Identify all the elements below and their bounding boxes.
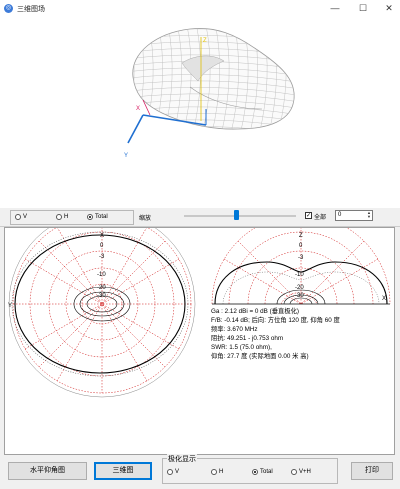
window-title: 三维图场 [17,6,45,13]
azimuth-plot: X Y 0 -3 -10 -20 -30 [8,210,196,398]
zoom-slider-thumb[interactable] [234,210,239,220]
info-impedance: 阻抗: 49.251 - j0.753 ohm [211,335,284,342]
pol-radio-v-dot[interactable] [167,469,173,475]
info-elevation: 仰角: 27.7 度 (实际地面 0.00 米 高) [211,353,309,360]
info-frequency: 频率: 3.670 MHz [211,326,258,333]
info-swr: SWR: 1.5 (75.0 ohm), [211,344,272,351]
spin-arrows-icon[interactable]: ▲ ▼ [366,211,372,220]
title-bar: ◎ 三维图场 — ☐ ✕ [0,0,400,17]
radio-h-dot[interactable] [56,214,62,220]
radio-total-label: Total [95,214,108,220]
pol-radio-v[interactable]: V [167,469,179,475]
left-tick-20: -20 [97,285,106,291]
polarization-group-legend: 极化显示 [167,454,197,464]
left-tick-10: -10 [97,272,106,278]
info-front-back: F/B: -0.14 dB; 后向: 方位角 120 度, 仰角 60 度 [211,317,340,324]
radio-h[interactable]: H [56,214,68,220]
info-gain: Ga : 2.12 dBi = 0 dB (垂直极化) [211,308,300,315]
radio-h-label: H [64,214,69,220]
axis-z-label: Z [203,38,207,44]
pol-radio-h-dot[interactable] [211,469,217,475]
radiation-mesh [132,28,295,130]
3d-view-button[interactable]: 三维图 [94,462,152,480]
right-tick-10: -10 [295,272,304,278]
radio-v-label: V [23,214,28,220]
zoom-slider-track[interactable] [184,215,296,217]
left-tick-0: 0 [100,243,104,249]
radio-v-dot[interactable] [15,214,21,220]
right-top-axis: Z [299,233,303,239]
left-side-axis: Y [8,303,12,309]
axis-y-label: Y [124,153,128,159]
pattern-3d-view[interactable]: Z X Y [0,17,400,208]
right-tick-3: -3 [298,255,304,261]
right-side-axis: X [382,296,386,302]
pol-radio-vh-dot[interactable] [291,469,297,475]
all-label: 全部 [314,215,327,221]
pattern-3d-canvas: Z X Y [124,28,295,159]
left-tick-3: -3 [99,254,105,260]
elevation-plot: Z X 0 -3 -10 -20 -30 [211,214,391,305]
pol-radio-vh[interactable]: V+H [291,469,311,475]
right-tick-0: 0 [299,243,303,249]
polarization-display-group: 极化显示 V H Total V+H [162,454,338,484]
pol-radio-h-label: H [219,469,224,475]
radio-v[interactable]: V [15,214,27,220]
pol-radio-vh-label: V+H [299,469,311,475]
left-tick-30: -30 [97,293,106,299]
antenna-info: Ga : 2.12 dBi = 0 dB (垂直极化) F/B: -0.14 d… [211,307,340,361]
axis-x-label: X [136,106,140,112]
pol-radio-h[interactable]: H [211,469,223,475]
elevation-view-button[interactable]: 水平仰角图 [8,462,87,480]
radio-total[interactable]: Total [87,214,108,220]
pol-radio-total-dot[interactable] [252,469,258,475]
app-icon: ◎ [4,4,13,13]
polarization-view-group: V H Total [10,210,134,225]
minimize-button[interactable]: — [322,0,348,17]
pol-radio-total-label: Total [260,469,273,475]
radio-total-dot[interactable] [87,214,93,220]
pol-radio-v-label: V [175,469,180,475]
maximize-button[interactable]: ☐ [350,0,376,17]
zoom-label: 缩放 [139,216,152,222]
right-tick-20: -20 [295,285,304,291]
close-button[interactable]: ✕ [376,0,400,17]
right-tick-30: -30 [295,293,304,299]
left-top-axis: X [100,233,104,239]
print-button[interactable]: 打印 [351,462,393,480]
pol-radio-total[interactable]: Total [252,469,273,475]
all-checkbox[interactable]: ✓ [305,212,312,219]
